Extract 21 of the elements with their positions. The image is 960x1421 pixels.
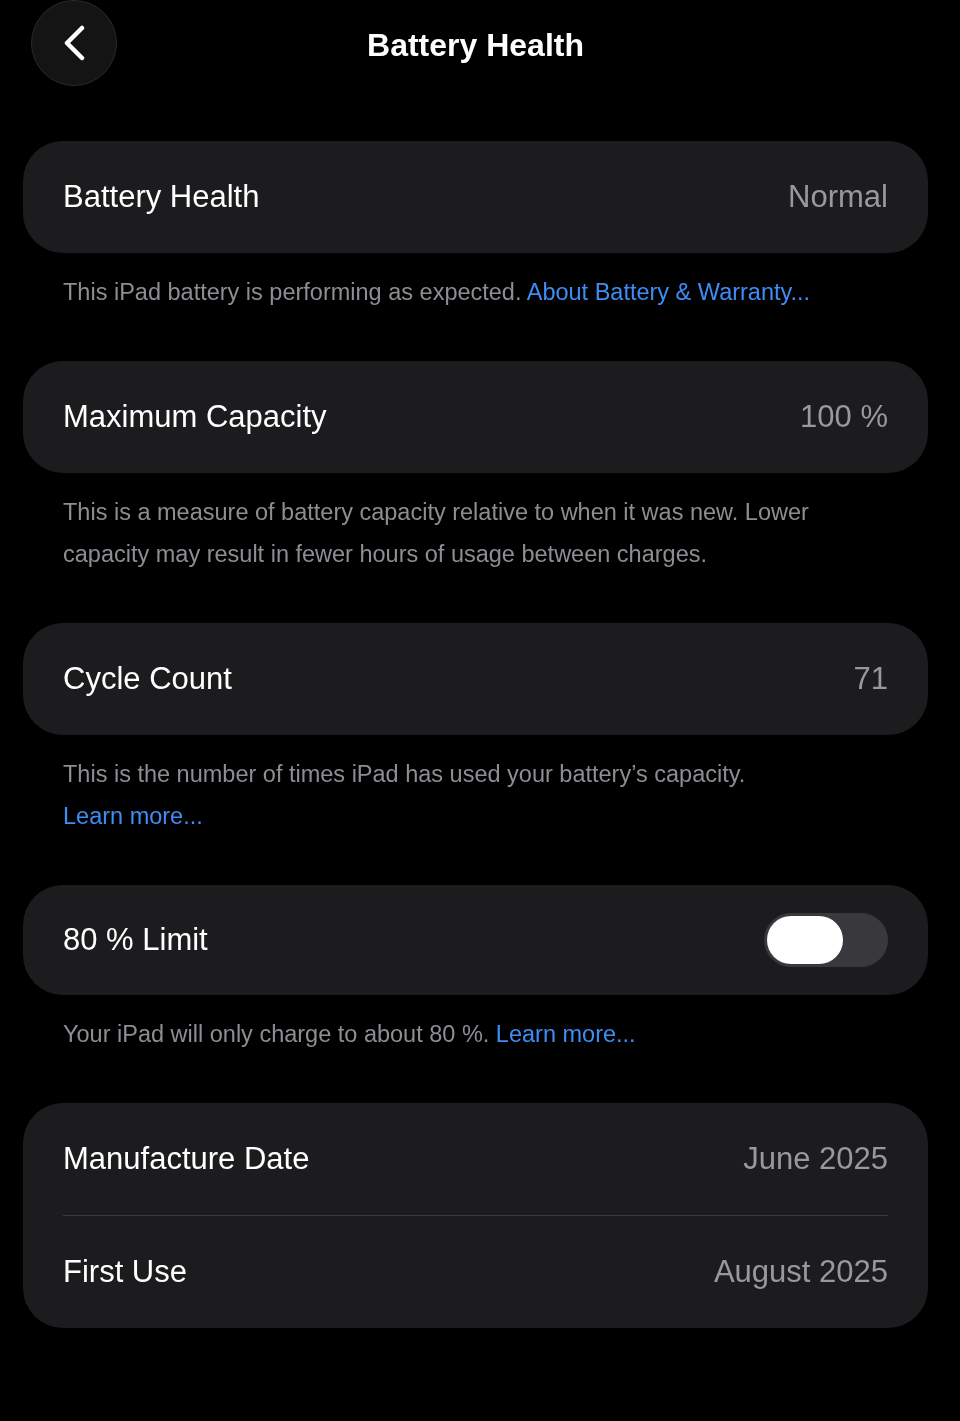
row-label: First Use [63, 1254, 187, 1290]
row-value: August 2025 [713, 1254, 888, 1290]
chevron-left-icon [63, 25, 85, 61]
toggle-switch[interactable] [764, 913, 888, 967]
row-label: Maximum Capacity [63, 399, 327, 435]
footnote-text: This is the number of times iPad has used your battery’s capacity. Learn more... [62, 760, 747, 831]
row-value: 71 [853, 661, 888, 697]
row-label: Cycle Count [63, 661, 232, 697]
footnote-text: Your iPad will only charge to about 80 %. Learn more... [62, 1020, 637, 1049]
page-title: Battery Health [367, 26, 584, 64]
row-value: Normal [788, 179, 888, 215]
row-value: June 2025 [743, 1141, 888, 1177]
learn-more-link[interactable]: Learn more... [63, 803, 203, 829]
footnote-text: This iPad battery is performing as expected. About Battery & Warranty... [62, 278, 812, 307]
learn-more-link[interactable]: About Battery & Warranty... [526, 279, 811, 305]
learn-more-link[interactable]: Learn more... [495, 1021, 636, 1047]
footnote-text: This is a measure of battery capacity relative to when it was new. Lower capacity may result in fewer hours of usage between charges. [62, 498, 810, 569]
row-label: 80 % Limit [63, 922, 208, 958]
row-label: Manufacture Date [63, 1141, 310, 1177]
row-label: Battery Health [63, 179, 260, 215]
row-value: 100 % [800, 399, 888, 435]
